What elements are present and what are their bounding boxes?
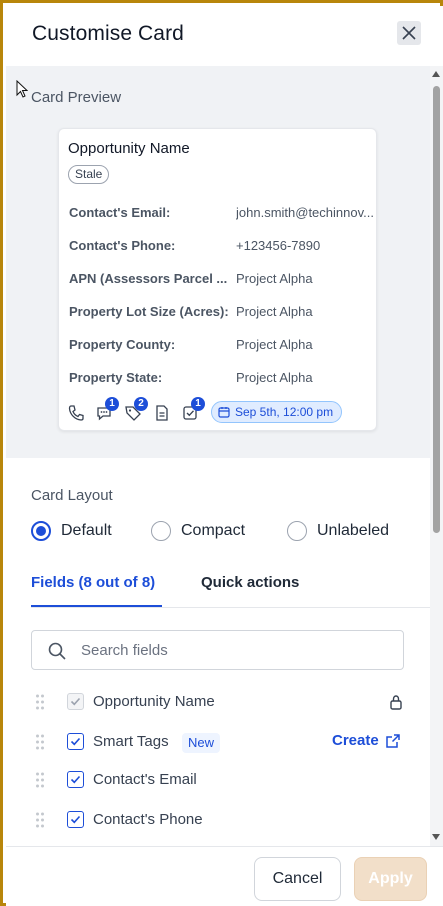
dialog-title: Customise Card <box>32 22 184 45</box>
create-link-label: Create <box>332 732 379 749</box>
card-layout-label: Card Layout <box>31 487 113 504</box>
card-field-label: Contact's Email: <box>69 205 171 220</box>
field-label: Contact's Email <box>93 771 197 788</box>
scroll-up-arrow-icon[interactable] <box>432 71 440 77</box>
card-preview-label: Card Preview <box>31 89 122 106</box>
card-field-label: Property County: <box>69 337 176 352</box>
card-title: Opportunity Name <box>68 140 190 157</box>
close-button[interactable] <box>397 21 421 45</box>
field-checkbox[interactable] <box>67 733 84 750</box>
chat-button: 1 <box>95 397 119 422</box>
field-list-item: Contact's Phone <box>31 808 411 832</box>
card-field-value: Project Alpha <box>236 337 313 352</box>
card-field-row: APN (Assessors Parcel ... Project Alpha <box>69 271 374 289</box>
card-field-value: Project Alpha <box>236 271 313 286</box>
layout-option-compact[interactable]: Compact <box>151 521 245 541</box>
card-field-value: Project Alpha <box>236 304 313 319</box>
active-tab-indicator <box>31 605 162 607</box>
lock-icon <box>390 695 402 710</box>
card-field-row: Contact's Phone: +123456-7890 <box>69 238 374 256</box>
due-date-pill: Sep 5th, 12:00 pm <box>211 401 343 423</box>
layout-radio-group: Default Compact Unlabeled <box>31 521 421 543</box>
card-field-label: Property Lot Size (Acres): <box>69 304 229 319</box>
check-icon <box>70 737 81 746</box>
tag-button: 2 <box>124 397 148 422</box>
field-list-item: Smart Tags New Create <box>31 730 411 754</box>
mouse-cursor-icon <box>16 80 28 98</box>
card-field-row: Contact's Email: john.smith@techinnov... <box>69 205 374 223</box>
layout-option-default[interactable]: Default <box>31 521 112 541</box>
scrollbar[interactable] <box>430 66 443 846</box>
check-icon <box>70 697 81 706</box>
scrollbar-thumb[interactable] <box>433 86 440 533</box>
field-checkbox[interactable] <box>67 771 84 788</box>
scroll-down-arrow-icon[interactable] <box>432 834 440 840</box>
apply-button[interactable]: Apply <box>354 857 427 901</box>
phone-icon <box>68 405 84 421</box>
preview-card: Opportunity Name Stale Contact's Email: … <box>58 128 377 431</box>
card-field-value: Project Alpha <box>236 370 313 385</box>
drag-handle-icon[interactable] <box>35 811 45 829</box>
field-list-item: Opportunity Name <box>31 690 411 714</box>
check-icon <box>70 815 81 824</box>
field-label: Opportunity Name <box>93 693 215 710</box>
radio-unselected-icon <box>151 521 171 541</box>
search-placeholder: Search fields <box>81 642 168 659</box>
dialog-body: Card Preview Opportunity Name Stale Cont… <box>6 66 430 846</box>
tab-fields[interactable]: Fields (8 out of 8) <box>31 574 155 591</box>
card-field-value: +123456-7890 <box>236 238 321 253</box>
dialog: Customise Card Card Preview Opportunity … <box>0 0 443 906</box>
search-icon <box>48 642 66 660</box>
card-action-icons: 1 2 1 Sep 5th, 12:00 pm <box>67 397 367 425</box>
task-button: 1 <box>181 397 205 422</box>
radio-selected-icon <box>31 521 51 541</box>
radio-label: Unlabeled <box>317 522 390 539</box>
field-label: Contact's Phone <box>93 811 203 828</box>
chat-count-badge: 1 <box>105 397 119 411</box>
drag-handle-icon[interactable] <box>35 771 45 789</box>
radio-label: Compact <box>181 522 246 539</box>
close-icon <box>402 26 416 40</box>
card-preview-section: Card Preview Opportunity Name Stale Cont… <box>6 66 430 458</box>
field-list-item: Contact's Email <box>31 768 411 792</box>
task-count-badge: 1 <box>191 397 205 411</box>
calendar-icon <box>218 407 230 418</box>
document-icon <box>156 405 168 421</box>
check-icon <box>70 775 81 784</box>
card-field-label: APN (Assessors Parcel ... <box>69 271 228 286</box>
tab-quick-actions[interactable]: Quick actions <box>201 574 299 591</box>
card-field-row: Property County: Project Alpha <box>69 337 374 355</box>
card-field-value: john.smith@techinnov... <box>236 205 374 220</box>
card-field-row: Property Lot Size (Acres): Project Alpha <box>69 304 374 322</box>
cancel-button[interactable]: Cancel <box>254 857 341 901</box>
dialog-footer: Cancel Apply <box>6 846 443 906</box>
card-field-label: Property State: <box>69 370 163 385</box>
field-checkbox[interactable] <box>67 811 84 828</box>
radio-unselected-icon <box>287 521 307 541</box>
search-input[interactable]: Search fields <box>31 630 404 670</box>
external-link-icon <box>385 733 400 748</box>
new-badge: New <box>182 733 221 753</box>
card-field-label: Contact's Phone: <box>69 238 176 253</box>
dialog-header: Customise Card <box>6 6 443 66</box>
drag-handle-icon[interactable] <box>35 733 45 751</box>
due-date-text: Sep 5th, 12:00 pm <box>235 405 334 419</box>
create-link[interactable]: Create <box>332 732 401 749</box>
tag-count-badge: 2 <box>134 397 148 411</box>
layout-option-unlabeled[interactable]: Unlabeled <box>287 521 389 541</box>
card-field-row: Property State: Project Alpha <box>69 370 374 388</box>
stale-tag: Stale <box>68 165 110 184</box>
field-checkbox-disabled <box>67 693 84 710</box>
drag-handle-icon[interactable] <box>35 693 45 711</box>
tab-bar: Fields (8 out of 8) Quick actions <box>31 564 430 608</box>
radio-label: Default <box>61 522 112 539</box>
field-label: Smart Tags <box>93 733 169 750</box>
